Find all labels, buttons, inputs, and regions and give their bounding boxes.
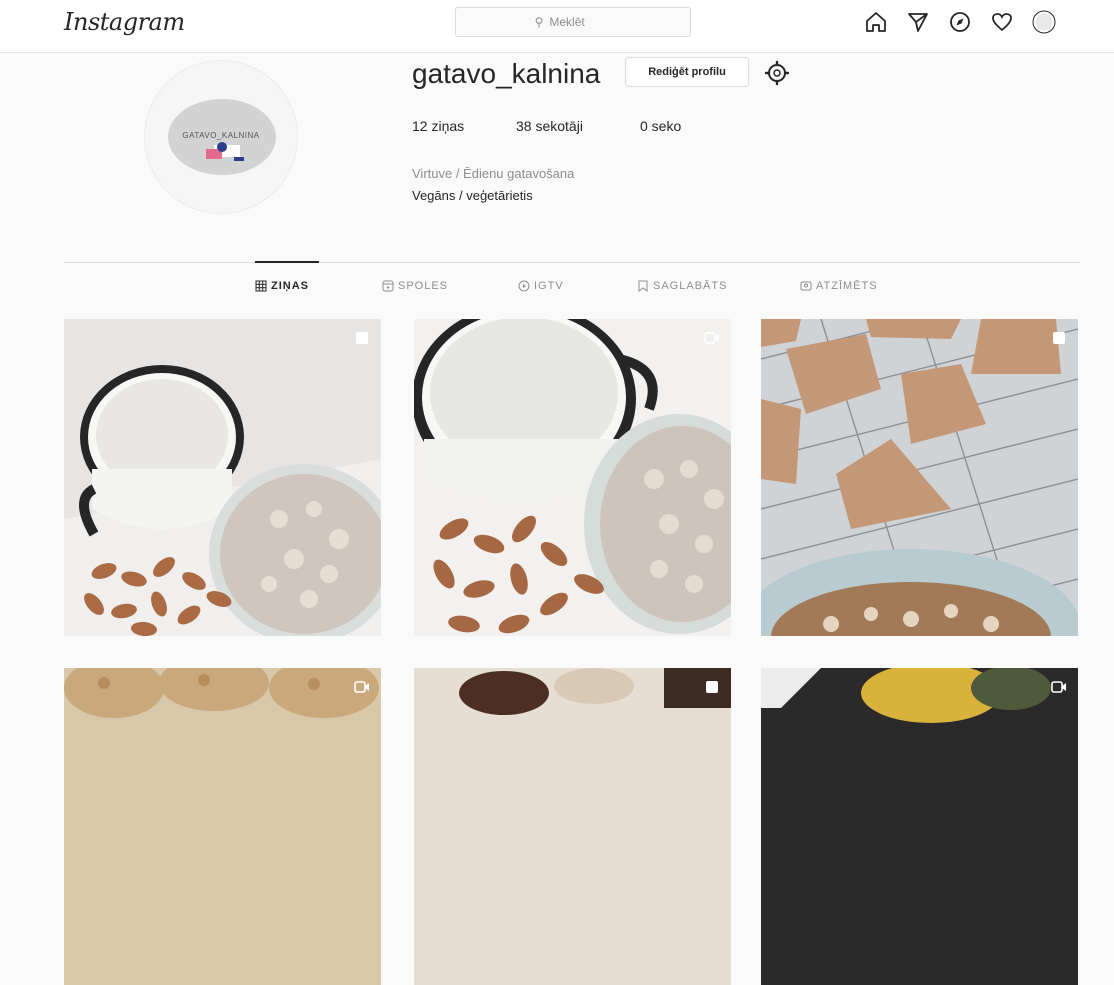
- reels-icon: [382, 280, 394, 292]
- video-icon: [1051, 681, 1066, 693]
- settings-gear-icon[interactable]: [764, 60, 790, 86]
- video-icon: [704, 332, 719, 344]
- search-box[interactable]: ⚲: [455, 7, 691, 37]
- edit-profile-button[interactable]: Rediģēt profilu: [625, 57, 749, 87]
- post-photo-dark-food: [761, 668, 1078, 985]
- bookmark-icon: [638, 280, 648, 292]
- profile-bio: Virtuve / Ēdienu gatavošana Vegāns / veģ…: [412, 163, 574, 207]
- tab-label: SAGLABĀTS: [653, 280, 728, 292]
- tab-reels[interactable]: SPOLES: [382, 280, 448, 292]
- search-input[interactable]: [547, 14, 612, 30]
- top-navigation-bar: Instagram ⚲: [0, 0, 1114, 53]
- tab-label: ZIŅAS: [271, 280, 309, 292]
- tab-label: IGTV: [534, 280, 564, 292]
- tab-tagged[interactable]: ATZĪMĒTS: [800, 280, 878, 292]
- profile-picture[interactable]: GATAVO_KALNINA: [144, 60, 298, 214]
- tab-label: SPOLES: [398, 280, 449, 292]
- post-tile[interactable]: [761, 668, 1078, 985]
- nav-icons: [864, 10, 1056, 34]
- carousel-icon: [1053, 332, 1065, 344]
- profile-bio-text: Vegāns / veģetārietis: [412, 188, 533, 203]
- carousel-icon: [706, 681, 718, 693]
- post-tile[interactable]: [761, 319, 1078, 636]
- post-photo-cookies-tray: [64, 668, 381, 985]
- active-tab-indicator: [255, 261, 319, 263]
- instagram-logo[interactable]: Instagram: [64, 8, 185, 36]
- post-tile[interactable]: [64, 319, 381, 636]
- profile-username: gatavo_kalnina: [412, 58, 601, 89]
- post-photo-milk-almonds: [414, 319, 731, 636]
- profile-avatar[interactable]: [1032, 10, 1056, 34]
- followers-count[interactable]: 38 sekotāji: [516, 118, 640, 134]
- post-photo-milk-oats: [64, 319, 381, 636]
- tabs-divider: [64, 262, 1080, 263]
- post-tile[interactable]: [64, 668, 381, 985]
- profile-tabs: ZIŅAS SPOLES IGTV SAGLABĀTS ATZĪMĒTS: [0, 280, 1114, 304]
- tagged-icon: [800, 281, 812, 291]
- posts-count: 12 ziņas: [412, 118, 465, 134]
- tab-igtv[interactable]: IGTV: [518, 280, 564, 292]
- igtv-icon: [518, 280, 530, 292]
- profile-stats: 12 ziņas 38 sekotāji 0 seko: [412, 118, 681, 134]
- post-photo-cookies: [761, 319, 1078, 636]
- carousel-icon: [356, 332, 368, 344]
- tab-posts[interactable]: ZIŅAS: [255, 280, 309, 292]
- search-icon: ⚲: [534, 15, 544, 29]
- profile-picture-art: GATAVO_KALNINA: [162, 87, 280, 187]
- profile-category: Virtuve / Ēdienu gatavošana: [412, 166, 575, 181]
- activity-icon[interactable]: [990, 10, 1014, 34]
- tab-label: ATZĪMĒTS: [816, 280, 878, 292]
- following-count[interactable]: 0 seko: [640, 118, 681, 134]
- grid-icon: [255, 280, 267, 292]
- video-icon: [354, 681, 369, 693]
- post-photo-chocolate: [414, 668, 731, 985]
- direct-icon[interactable]: [906, 10, 930, 34]
- explore-icon[interactable]: [948, 10, 972, 34]
- post-tile[interactable]: [414, 668, 731, 985]
- home-icon[interactable]: [864, 10, 888, 34]
- post-tile[interactable]: [414, 319, 731, 636]
- tab-saved[interactable]: SAGLABĀTS: [637, 280, 727, 292]
- avatar-text: GATAVO_KALNINA: [182, 131, 260, 140]
